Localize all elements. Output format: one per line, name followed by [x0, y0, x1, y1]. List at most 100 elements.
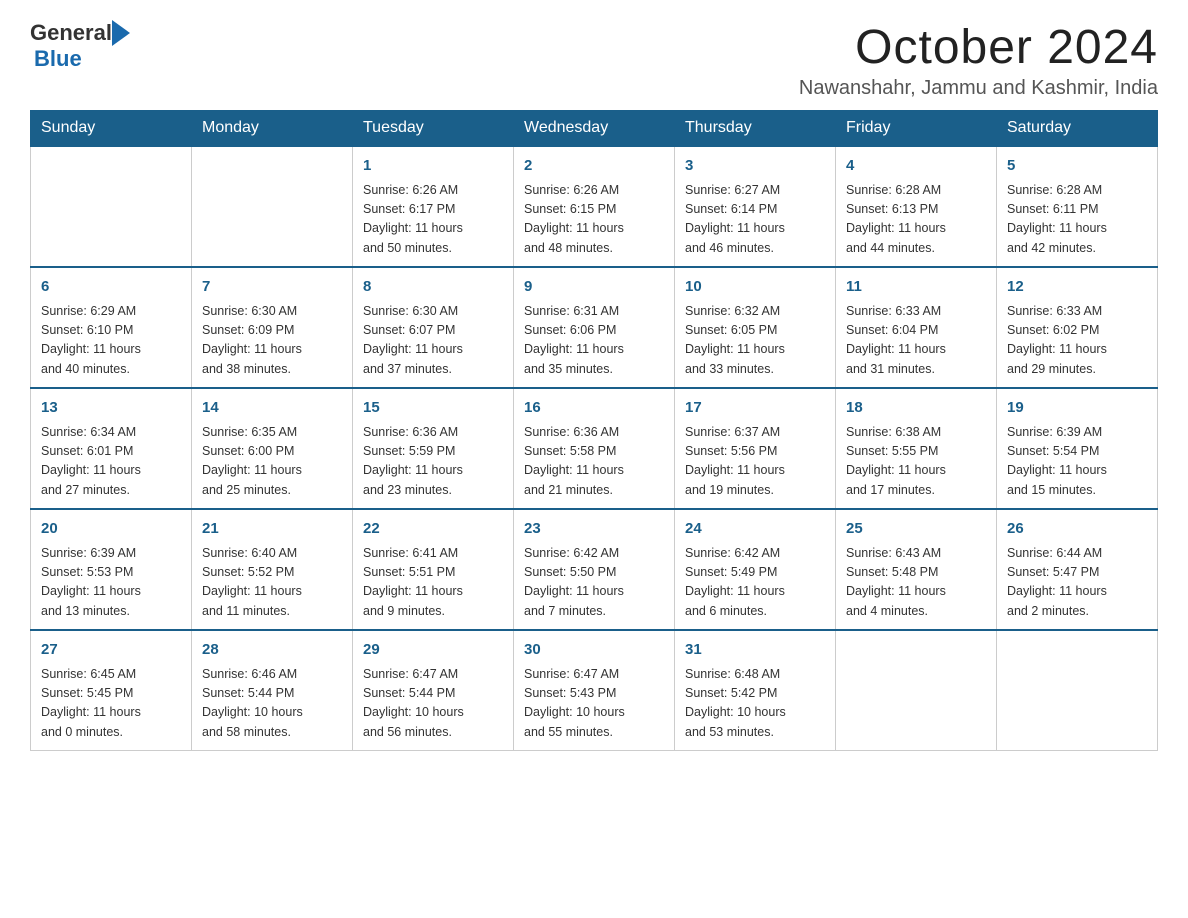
calendar-cell: 15Sunrise: 6:36 AM Sunset: 5:59 PM Dayli…: [353, 388, 514, 509]
title-block: October 2024 Nawanshahr, Jammu and Kashm…: [799, 20, 1158, 100]
day-info: Sunrise: 6:42 AM Sunset: 5:49 PM Dayligh…: [685, 544, 825, 622]
calendar-cell: 30 Sunrise: 6:47 AM Sunset: 5:43 PM Dayli…: [514, 630, 675, 751]
day-number: 30: [524, 639, 664, 662]
location-title: Nawanshahr, Jammu and Kashmir, India: [799, 77, 1158, 100]
calendar-cell: 26 Sunrise: 6:44 AM Sunset: 5:47 PM Dayli…: [997, 509, 1158, 630]
calendar-table: SundayMondayTuesdayWednesdayThursdayFrid…: [30, 110, 1158, 751]
day-number: 10: [685, 276, 825, 299]
day-info: Sunrise: 6:48 AM Sunset: 5:42 PM Dayligh…: [685, 665, 825, 743]
day-info: Sunrise: 6:44 AM Sunset: 5:47 PM Dayligh…: [1007, 544, 1147, 622]
day-number: 29: [363, 639, 503, 662]
day-info: Sunrise: 6:33 AM Sunset: 6:04 PM Dayligh…: [846, 302, 986, 380]
day-header-wednesday: Wednesday: [514, 111, 675, 147]
calendar-cell: 31Sunrise: 6:48 AM Sunset: 5:42 PM Dayli…: [675, 630, 836, 751]
week-row-5: 27 Sunrise: 6:45 AM Sunset: 5:45 PM Dayli…: [31, 630, 1158, 751]
day-header-monday: Monday: [192, 111, 353, 147]
day-number: 21: [202, 518, 342, 541]
day-info: Sunrise: 6:35 AM Sunset: 6:00 PM Dayligh…: [202, 423, 342, 501]
day-info: Sunrise: 6:32 AM Sunset: 6:05 PM Dayligh…: [685, 302, 825, 380]
calendar-cell: 1 Sunrise: 6:26 AM Sunset: 6:17 PM Daylig…: [353, 146, 514, 267]
calendar-cell: 20 Sunrise: 6:39 AM Sunset: 5:53 PM Dayli…: [31, 509, 192, 630]
calendar-cell: 9 Sunrise: 6:31 AM Sunset: 6:06 PM Daylig…: [514, 267, 675, 388]
day-number: 19: [1007, 397, 1147, 420]
day-info: Sunrise: 6:47 AM Sunset: 5:43 PM Dayligh…: [524, 665, 664, 743]
day-number: 26: [1007, 518, 1147, 541]
day-number: 27: [41, 639, 181, 662]
calendar-cell: 12 Sunrise: 6:33 AM Sunset: 6:02 PM Dayli…: [997, 267, 1158, 388]
page-header: General Blue October 2024 Nawanshahr, Ja…: [30, 20, 1158, 100]
calendar-cell: [192, 146, 353, 267]
day-info: Sunrise: 6:26 AM Sunset: 6:17 PM Dayligh…: [363, 181, 503, 259]
day-number: 12: [1007, 276, 1147, 299]
day-info: Sunrise: 6:33 AM Sunset: 6:02 PM Dayligh…: [1007, 302, 1147, 380]
days-header-row: SundayMondayTuesdayWednesdayThursdayFrid…: [31, 111, 1158, 147]
calendar-cell: 2Sunrise: 6:26 AM Sunset: 6:15 PM Daylig…: [514, 146, 675, 267]
calendar-cell: 23 Sunrise: 6:42 AM Sunset: 5:50 PM Dayli…: [514, 509, 675, 630]
calendar-cell: [997, 630, 1158, 751]
day-info: Sunrise: 6:30 AM Sunset: 6:09 PM Dayligh…: [202, 302, 342, 380]
calendar-cell: 5 Sunrise: 6:28 AM Sunset: 6:11 PM Daylig…: [997, 146, 1158, 267]
day-info: Sunrise: 6:41 AM Sunset: 5:51 PM Dayligh…: [363, 544, 503, 622]
calendar-cell: 21 Sunrise: 6:40 AM Sunset: 5:52 PM Dayli…: [192, 509, 353, 630]
calendar-cell: 13 Sunrise: 6:34 AM Sunset: 6:01 PM Dayli…: [31, 388, 192, 509]
calendar-cell: 18 Sunrise: 6:38 AM Sunset: 5:55 PM Dayli…: [836, 388, 997, 509]
day-number: 3: [685, 155, 825, 178]
day-number: 7: [202, 276, 342, 299]
calendar-cell: 16Sunrise: 6:36 AM Sunset: 5:58 PM Dayli…: [514, 388, 675, 509]
day-number: 2: [524, 155, 664, 178]
day-info: Sunrise: 6:46 AM Sunset: 5:44 PM Dayligh…: [202, 665, 342, 743]
day-number: 16: [524, 397, 664, 420]
day-info: Sunrise: 6:34 AM Sunset: 6:01 PM Dayligh…: [41, 423, 181, 501]
day-number: 6: [41, 276, 181, 299]
calendar-cell: [31, 146, 192, 267]
day-number: 9: [524, 276, 664, 299]
day-number: 14: [202, 397, 342, 420]
week-row-2: 6 Sunrise: 6:29 AM Sunset: 6:10 PM Daylig…: [31, 267, 1158, 388]
day-info: Sunrise: 6:39 AM Sunset: 5:53 PM Dayligh…: [41, 544, 181, 622]
day-number: 13: [41, 397, 181, 420]
day-info: Sunrise: 6:42 AM Sunset: 5:50 PM Dayligh…: [524, 544, 664, 622]
day-number: 5: [1007, 155, 1147, 178]
day-header-saturday: Saturday: [997, 111, 1158, 147]
calendar-cell: 11 Sunrise: 6:33 AM Sunset: 6:04 PM Dayli…: [836, 267, 997, 388]
logo: General Blue: [30, 20, 134, 72]
day-number: 25: [846, 518, 986, 541]
day-number: 20: [41, 518, 181, 541]
day-info: Sunrise: 6:38 AM Sunset: 5:55 PM Dayligh…: [846, 423, 986, 501]
day-number: 11: [846, 276, 986, 299]
day-info: Sunrise: 6:30 AM Sunset: 6:07 PM Dayligh…: [363, 302, 503, 380]
logo-flag-icon: [112, 20, 134, 46]
calendar-cell: 8Sunrise: 6:30 AM Sunset: 6:07 PM Daylig…: [353, 267, 514, 388]
day-number: 17: [685, 397, 825, 420]
day-info: Sunrise: 6:28 AM Sunset: 6:11 PM Dayligh…: [1007, 181, 1147, 259]
calendar-cell: 24Sunrise: 6:42 AM Sunset: 5:49 PM Dayli…: [675, 509, 836, 630]
logo-blue: Blue: [34, 46, 82, 71]
day-number: 4: [846, 155, 986, 178]
day-info: Sunrise: 6:31 AM Sunset: 6:06 PM Dayligh…: [524, 302, 664, 380]
day-header-sunday: Sunday: [31, 111, 192, 147]
day-number: 22: [363, 518, 503, 541]
day-header-tuesday: Tuesday: [353, 111, 514, 147]
day-info: Sunrise: 6:36 AM Sunset: 5:59 PM Dayligh…: [363, 423, 503, 501]
calendar-cell: 3 Sunrise: 6:27 AM Sunset: 6:14 PM Daylig…: [675, 146, 836, 267]
day-number: 1: [363, 155, 503, 178]
day-info: Sunrise: 6:28 AM Sunset: 6:13 PM Dayligh…: [846, 181, 986, 259]
calendar-cell: 22 Sunrise: 6:41 AM Sunset: 5:51 PM Dayli…: [353, 509, 514, 630]
day-number: 23: [524, 518, 664, 541]
day-header-thursday: Thursday: [675, 111, 836, 147]
day-number: 18: [846, 397, 986, 420]
calendar-cell: [836, 630, 997, 751]
calendar-cell: 17Sunrise: 6:37 AM Sunset: 5:56 PM Dayli…: [675, 388, 836, 509]
calendar-cell: 29 Sunrise: 6:47 AM Sunset: 5:44 PM Dayli…: [353, 630, 514, 751]
day-info: Sunrise: 6:27 AM Sunset: 6:14 PM Dayligh…: [685, 181, 825, 259]
calendar-cell: 27 Sunrise: 6:45 AM Sunset: 5:45 PM Dayli…: [31, 630, 192, 751]
calendar-cell: 25Sunrise: 6:43 AM Sunset: 5:48 PM Dayli…: [836, 509, 997, 630]
day-info: Sunrise: 6:39 AM Sunset: 5:54 PM Dayligh…: [1007, 423, 1147, 501]
day-info: Sunrise: 6:45 AM Sunset: 5:45 PM Dayligh…: [41, 665, 181, 743]
calendar-cell: 4 Sunrise: 6:28 AM Sunset: 6:13 PM Daylig…: [836, 146, 997, 267]
day-info: Sunrise: 6:40 AM Sunset: 5:52 PM Dayligh…: [202, 544, 342, 622]
calendar-cell: 14 Sunrise: 6:35 AM Sunset: 6:00 PM Dayli…: [192, 388, 353, 509]
day-info: Sunrise: 6:29 AM Sunset: 6:10 PM Dayligh…: [41, 302, 181, 380]
calendar-cell: 19 Sunrise: 6:39 AM Sunset: 5:54 PM Dayli…: [997, 388, 1158, 509]
day-info: Sunrise: 6:47 AM Sunset: 5:44 PM Dayligh…: [363, 665, 503, 743]
